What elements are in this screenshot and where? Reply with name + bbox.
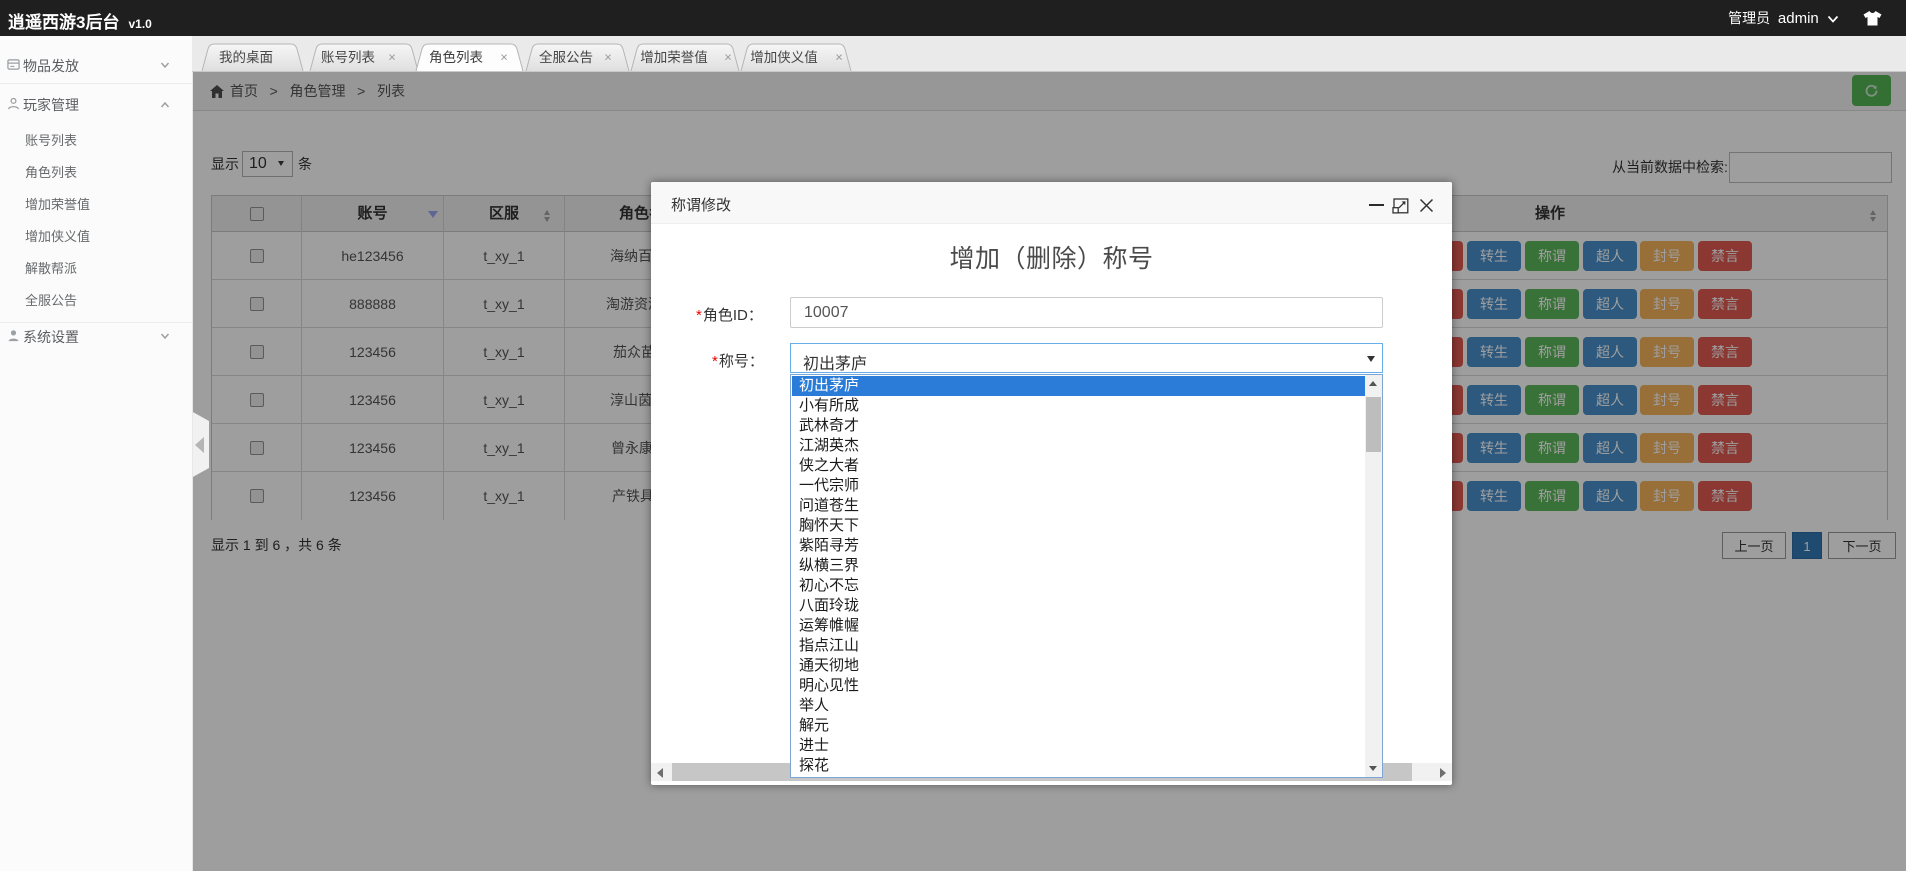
svg-text:增加侠义值: 增加侠义值	[750, 50, 818, 65]
svg-text:全服公告: 全服公告	[539, 49, 593, 65]
svg-text:我的桌面: 我的桌面	[219, 50, 273, 65]
svg-text:×: ×	[388, 50, 396, 65]
svg-text:×: ×	[835, 50, 843, 65]
svg-text:角色列表: 角色列表	[429, 49, 483, 65]
svg-text:×: ×	[604, 50, 612, 65]
svg-text:账号列表: 账号列表	[321, 50, 375, 65]
svg-text:×: ×	[724, 50, 732, 65]
svg-text:×: ×	[500, 50, 508, 65]
svg-text:增加荣誉值: 增加荣誉值	[640, 50, 708, 65]
